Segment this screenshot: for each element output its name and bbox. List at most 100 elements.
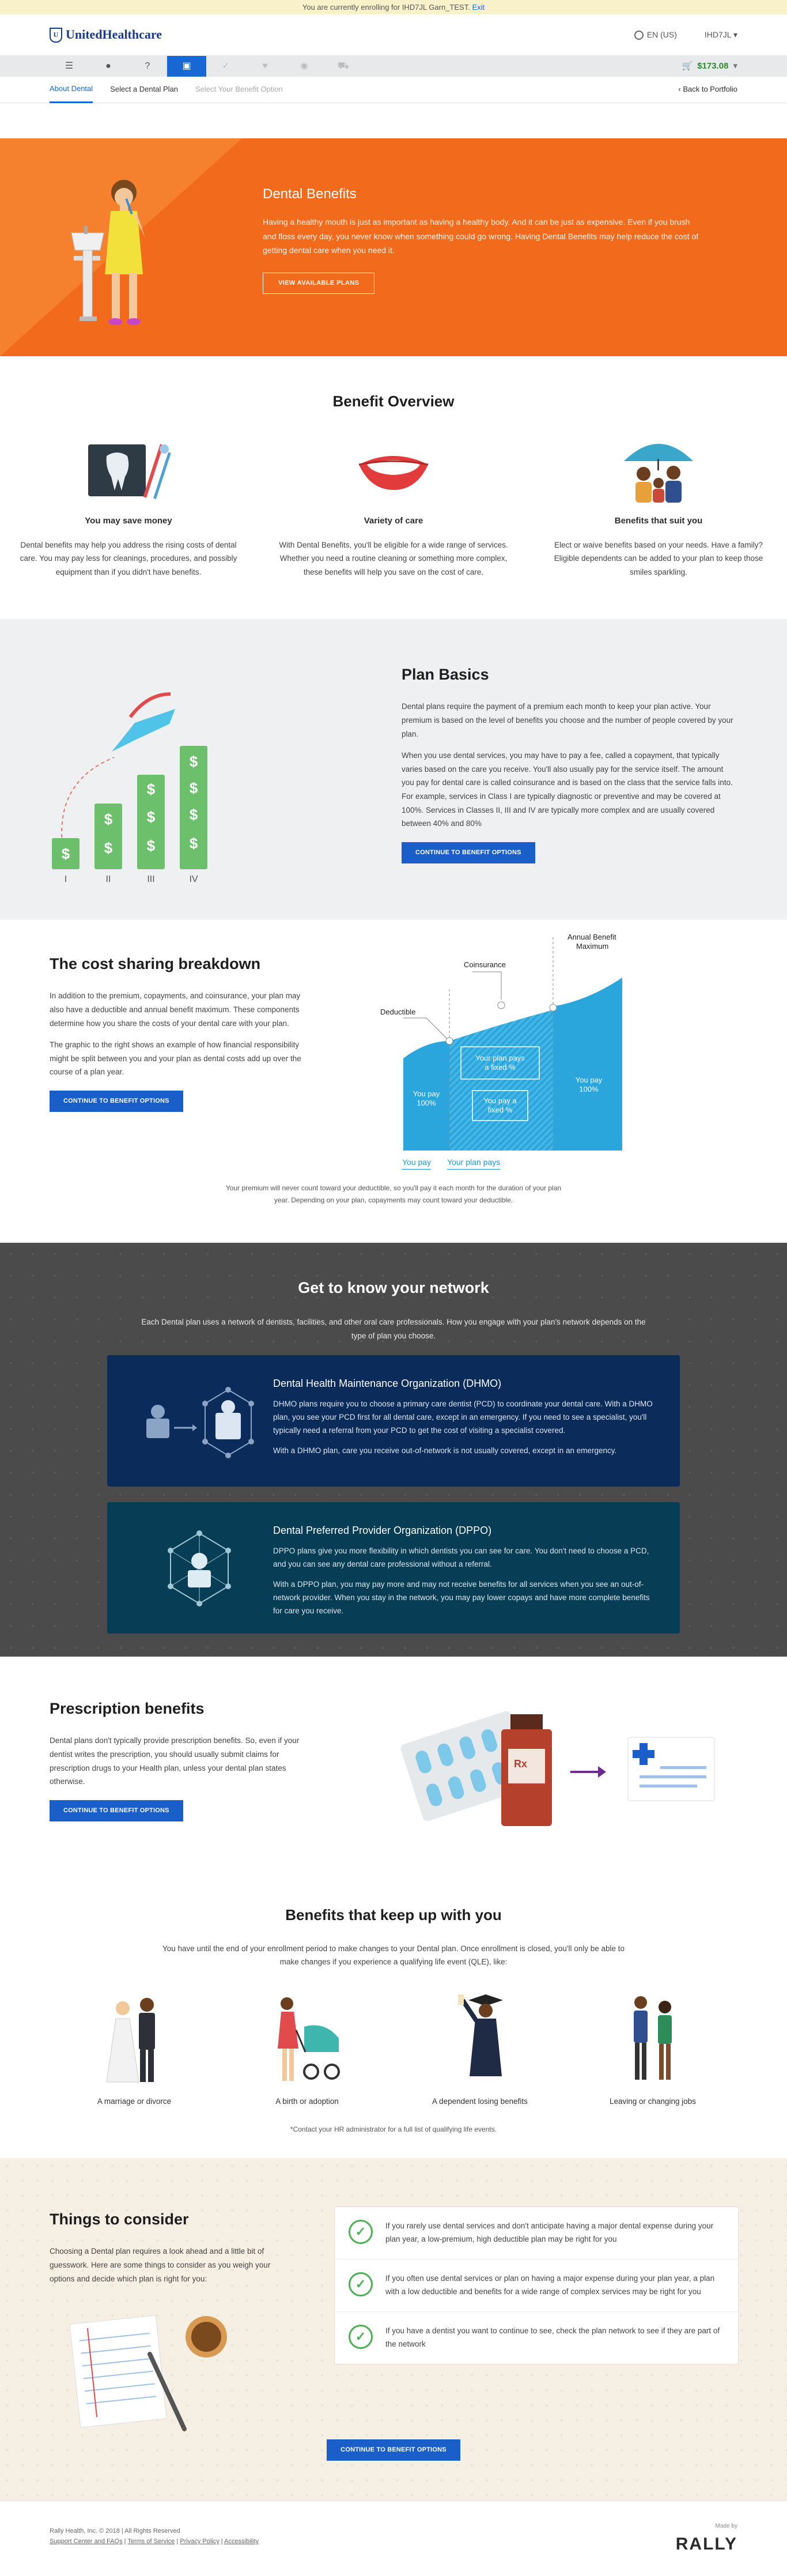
consider-item: ✓ If you often use dental services or pl…: [335, 2260, 738, 2313]
hero-title: Dental Benefits: [263, 186, 357, 202]
qle-note: *Contact your HR administrator for a ful…: [290, 2125, 497, 2133]
plan-pays-label: Your plan pays: [475, 1054, 525, 1062]
svg-text:$: $: [147, 808, 156, 825]
you-pay-percent: 100%: [417, 1099, 436, 1107]
deductible-label: Deductible: [380, 1008, 415, 1016]
overview-heading: Variety of care: [364, 516, 423, 526]
vision-icon[interactable]: ◉: [285, 56, 324, 77]
globe-icon: [634, 30, 644, 40]
accessibility-link[interactable]: Accessibility: [224, 2538, 259, 2545]
svg-text:$: $: [104, 839, 113, 857]
svg-text:$: $: [147, 837, 156, 854]
cost-sharing-diagram: Deductible Coinsurance Annual Benefit Ma…: [380, 933, 622, 1151]
tab-select-option: Select Your Benefit Option: [195, 85, 283, 94]
qle-marriage: A marriage or divorce: [74, 1992, 195, 2108]
hero-banner: Dental Benefits Having a healthy mouth i…: [0, 138, 787, 356]
view-available-plans-button[interactable]: VIEW AVAILABLE PLANS: [263, 272, 375, 294]
logo-text: UnitedHealthcare: [66, 27, 162, 42]
cart-icon[interactable]: ⛟: [324, 56, 363, 77]
things-to-consider: Things to consider Choosing a Dental pla…: [0, 2158, 787, 2501]
continue-to-benefit-options-button[interactable]: CONTINUE TO BENEFIT OPTIONS: [327, 2439, 460, 2461]
network-intro: Each Dental plan uses a network of denti…: [141, 1318, 646, 1340]
graduate-icon: [458, 1994, 503, 2076]
plan-basics: $ $ $ $ $ $ $ $ $ $ I II III IV Plan Basics De…: [0, 619, 787, 921]
things-title: Things to consider: [50, 2211, 189, 2228]
svg-text:$: $: [190, 779, 198, 797]
network-title: Get to know your network: [298, 1279, 489, 1297]
dhmo-p1: DHMO plans require you to choose a prima…: [273, 1400, 653, 1435]
continue-to-benefit-options-button[interactable]: CONTINUE TO BENEFIT OPTIONS: [402, 842, 535, 863]
support-link[interactable]: Support Center and FAQs: [50, 2538, 123, 2545]
uhc-logo-icon: U: [50, 27, 62, 43]
stroller-icon: [278, 1997, 340, 2081]
cart-summary[interactable]: 🛒 $173.08 ▾: [682, 59, 737, 73]
consider-text: If you rarely use dental services and do…: [385, 2222, 714, 2244]
check-circle-icon: ✓: [349, 2220, 373, 2245]
terms-link[interactable]: Terms of Service: [127, 2538, 175, 2545]
help-icon[interactable]: ?: [128, 56, 167, 77]
site-footer: Rally Health, Inc. © 2018 | All Rights R…: [0, 2500, 787, 2564]
chevron-down-icon: ▾: [733, 61, 737, 71]
svg-text:$: $: [62, 845, 70, 862]
dental-icon[interactable]: ▣: [167, 56, 206, 77]
consider-text: If you have a dentist you want to contin…: [385, 2326, 720, 2349]
you-pay-fixed-percent: fixed %: [488, 1106, 513, 1114]
tab-select-plan[interactable]: Select a Dental Plan: [110, 77, 178, 103]
prescription-section: Prescription benefits Dental plans don't…: [0, 1657, 787, 1870]
check-circle-icon: ✓: [349, 2272, 373, 2297]
cart-total: $173.08: [697, 61, 729, 71]
things-body: Choosing a Dental plan requires a look a…: [50, 2247, 271, 2283]
prescription-body: Dental plans don't typically provide pre…: [50, 1736, 300, 1786]
coverage-classes-illustration: $ $ $ $ $ $ $ $ $ $ I II III IV: [52, 692, 207, 884]
site-header: U UnitedHealthcare EN (US) IHD7JL ▾: [0, 14, 787, 56]
benefit-overview: Benefit Overview You may save money Dent…: [0, 356, 787, 619]
menu-icon[interactable]: ☰: [50, 56, 89, 77]
made-by-label: Made by: [715, 2523, 737, 2530]
legend-plan-pays: Your plan pays: [447, 1156, 501, 1170]
privacy-link[interactable]: Privacy Policy: [180, 2538, 219, 2545]
overview-suit-you: Benefits that suit you Elect or waive be…: [543, 436, 774, 579]
consider-text: If you often use dental services or plan…: [385, 2274, 715, 2296]
continue-to-benefit-options-button[interactable]: CONTINUE TO BENEFIT OPTIONS: [50, 1091, 183, 1112]
consider-item: ✓ If you rarely use dental services and …: [335, 2207, 738, 2260]
notepad-coffee-illustration: [69, 2315, 227, 2432]
qle-birth: A birth or adoption: [247, 1992, 368, 2108]
cost-footnote-text: Your premium will never count toward you…: [225, 1184, 562, 1204]
xray-tooth-icon: [88, 444, 171, 500]
svg-text:$: $: [190, 753, 198, 770]
plan-basics-title: Plan Basics: [402, 666, 489, 684]
qle-label: A dependent losing benefits: [432, 2096, 528, 2106]
hero-body: Having a healthy mouth is just as import…: [263, 217, 699, 255]
user-menu[interactable]: IHD7JL ▾: [705, 29, 737, 42]
dhmo-card: Dental Health Maintenance Organization (…: [107, 1355, 680, 1487]
check-circle-icon: ✓: [349, 2325, 373, 2349]
tab-about-dental[interactable]: About Dental: [50, 77, 93, 103]
overview-save-money: You may save money Dental benefits may h…: [13, 436, 244, 579]
qle-title: Benefits that keep up with you: [285, 1906, 502, 1924]
wedding-couple-icon: [106, 1997, 155, 2083]
overview-body: Elect or waive benefits based on your ne…: [554, 540, 763, 576]
language-selector[interactable]: EN (US): [634, 29, 677, 42]
exit-link[interactable]: Exit: [472, 3, 485, 12]
dppo-p1: DPPO plans give you more flexibility in …: [273, 1547, 649, 1569]
coworkers-icon: [634, 1996, 672, 2080]
back-to-portfolio-link[interactable]: ‹ Back to Portfolio: [678, 84, 737, 95]
coinsurance-label: Coinsurance: [464, 960, 506, 969]
svg-text:$: $: [190, 835, 198, 852]
overview-variety: Variety of care With Dental Benefits, yo…: [278, 436, 509, 579]
plan-basics-p1: Dental plans require the payment of a pr…: [402, 702, 733, 738]
prescription-illustration: Rx: [400, 1711, 715, 1827]
class-label: IV: [189, 874, 198, 884]
person-icon[interactable]: ●: [89, 56, 128, 77]
plan-pays-percent: a fixed %: [485, 1063, 516, 1072]
continue-to-benefit-options-button[interactable]: CONTINUE TO BENEFIT OPTIONS: [50, 1800, 183, 1821]
class-label: II: [106, 874, 111, 884]
uhc-logo[interactable]: U UnitedHealthcare: [50, 25, 162, 44]
heart-icon[interactable]: ♥: [245, 56, 285, 77]
check-icon[interactable]: ✓: [206, 56, 245, 77]
qle-label: A birth or adoption: [275, 2096, 339, 2106]
overview-body: Dental benefits may help you address the…: [20, 540, 237, 576]
qle-section: Benefits that keep up with you You have …: [0, 1870, 787, 2158]
back-label: Back to Portfolio: [683, 85, 737, 94]
prescription-title: Prescription benefits: [50, 1700, 205, 1718]
